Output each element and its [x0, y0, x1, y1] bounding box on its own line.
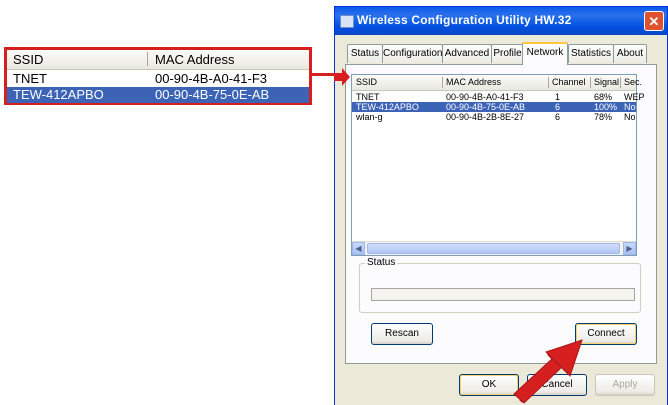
- tab-statistics[interactable]: Statistics: [568, 44, 614, 63]
- col-divider[interactable]: [548, 77, 549, 88]
- row-signal: 68%: [594, 92, 613, 102]
- row-channel: 1: [555, 92, 561, 102]
- network-list[interactable]: SSID MAC Address Channel Signal Sec. TNE…: [351, 74, 645, 256]
- col-signal[interactable]: Signal: [594, 77, 619, 87]
- col-divider[interactable]: [620, 77, 621, 88]
- pointer-arrow-icon: [513, 339, 583, 404]
- row-ssid: TNET: [356, 92, 380, 102]
- callout-arrow-icon: [334, 68, 350, 86]
- scroll-left-icon[interactable]: ◀: [352, 242, 365, 255]
- scroll-thumb[interactable]: [367, 243, 620, 254]
- list-item[interactable]: wlan-g 00-90-4B-2B-8E-27 6 78% No: [352, 112, 636, 122]
- tab-network[interactable]: Network: [522, 42, 568, 65]
- list-item-selected[interactable]: TEW-412APBO 00-90-4B-75-0E-AB 6 100% No: [352, 102, 636, 112]
- window-title: Wireless Configuration Utility HW.32: [357, 13, 572, 27]
- row-mac: 00-90-4B-75-0E-AB: [446, 102, 526, 112]
- zoom-row-selected: TEW-412APBO 00-90-4B-75-0E-AB: [7, 87, 309, 103]
- close-button[interactable]: ✕: [644, 11, 664, 31]
- row-sec: No: [624, 102, 636, 112]
- tab-profile[interactable]: Profile: [491, 44, 524, 63]
- tab-advanced[interactable]: Advanced: [442, 44, 492, 63]
- title-bar[interactable]: Wireless Configuration Utility HW.32 ✕: [335, 7, 667, 35]
- col-channel[interactable]: Channel: [552, 77, 586, 87]
- row-ssid: wlan-g: [356, 112, 383, 122]
- zoom-row: TNET 00-90-4B-A0-41-F3: [7, 71, 309, 87]
- rescan-button[interactable]: Rescan: [371, 323, 433, 345]
- zoom-col-mac: MAC Address: [155, 52, 235, 67]
- col-sec[interactable]: Sec.: [624, 77, 642, 87]
- row-sec: No: [624, 112, 636, 122]
- zoom-row-mac: 00-90-4B-75-0E-AB: [155, 87, 270, 102]
- row-channel: 6: [555, 102, 561, 112]
- scroll-right-icon[interactable]: ▶: [623, 242, 636, 255]
- tab-status[interactable]: Status: [347, 44, 383, 63]
- col-divider[interactable]: [442, 77, 443, 88]
- tab-about[interactable]: About: [613, 44, 647, 63]
- zoom-row-mac: 00-90-4B-A0-41-F3: [155, 71, 267, 86]
- list-item[interactable]: TNET 00-90-4B-A0-41-F3 1 68% WEP: [352, 92, 645, 102]
- col-ssid[interactable]: SSID: [356, 77, 377, 87]
- row-signal: 100%: [594, 102, 618, 112]
- row-mac: 00-90-4B-2B-8E-27: [446, 112, 525, 122]
- col-mac[interactable]: MAC Address: [446, 77, 501, 87]
- row-sec: WEP: [624, 92, 645, 102]
- zoom-col-divider: [147, 52, 148, 66]
- status-progress-field: [371, 288, 635, 301]
- row-ssid: TEW-412APBO: [356, 102, 419, 112]
- horizontal-scrollbar[interactable]: ◀ ▶: [352, 241, 636, 255]
- col-divider[interactable]: [590, 77, 591, 88]
- row-channel: 6: [555, 112, 561, 122]
- list-header: SSID MAC Address Channel Signal Sec.: [352, 75, 642, 91]
- apply-button[interactable]: Apply: [595, 374, 655, 396]
- tab-configuration[interactable]: Configuration: [382, 44, 443, 63]
- status-label: Status: [365, 257, 398, 268]
- row-mac: 00-90-4B-A0-41-F3: [446, 92, 524, 102]
- callout-connector: [312, 73, 336, 76]
- app-icon: [340, 15, 354, 28]
- zoom-row-ssid: TEW-412APBO: [13, 87, 104, 102]
- zoom-header: SSID MAC Address: [7, 50, 309, 70]
- zoom-row-ssid: TNET: [13, 71, 47, 86]
- row-signal: 78%: [594, 112, 613, 122]
- zoom-callout: SSID MAC Address TNET 00-90-4B-A0-41-F3 …: [4, 47, 312, 105]
- zoom-col-ssid: SSID: [13, 52, 44, 67]
